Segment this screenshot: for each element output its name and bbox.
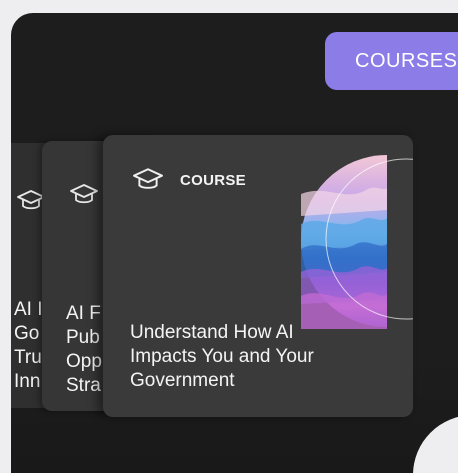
course-type-tag: COURSE bbox=[180, 172, 246, 189]
course-card-1[interactable]: COURSE Understand How AI Impacts You and… bbox=[103, 135, 413, 417]
course-card-title: Understand How AI Impacts You and Your G… bbox=[130, 322, 314, 391]
graduation-cap-icon bbox=[70, 184, 98, 204]
courses-button[interactable]: COURSES bbox=[325, 32, 458, 90]
graduation-cap-icon bbox=[133, 168, 163, 189]
course-artwork bbox=[301, 155, 413, 329]
courses-button-label: COURSES bbox=[355, 49, 458, 72]
course-card-title: AI F Pub Opp Stra bbox=[66, 303, 102, 396]
course-carousel-panel: COURSES AI I Go Tru Inn AI F Pub Opp Str… bbox=[11, 13, 458, 473]
